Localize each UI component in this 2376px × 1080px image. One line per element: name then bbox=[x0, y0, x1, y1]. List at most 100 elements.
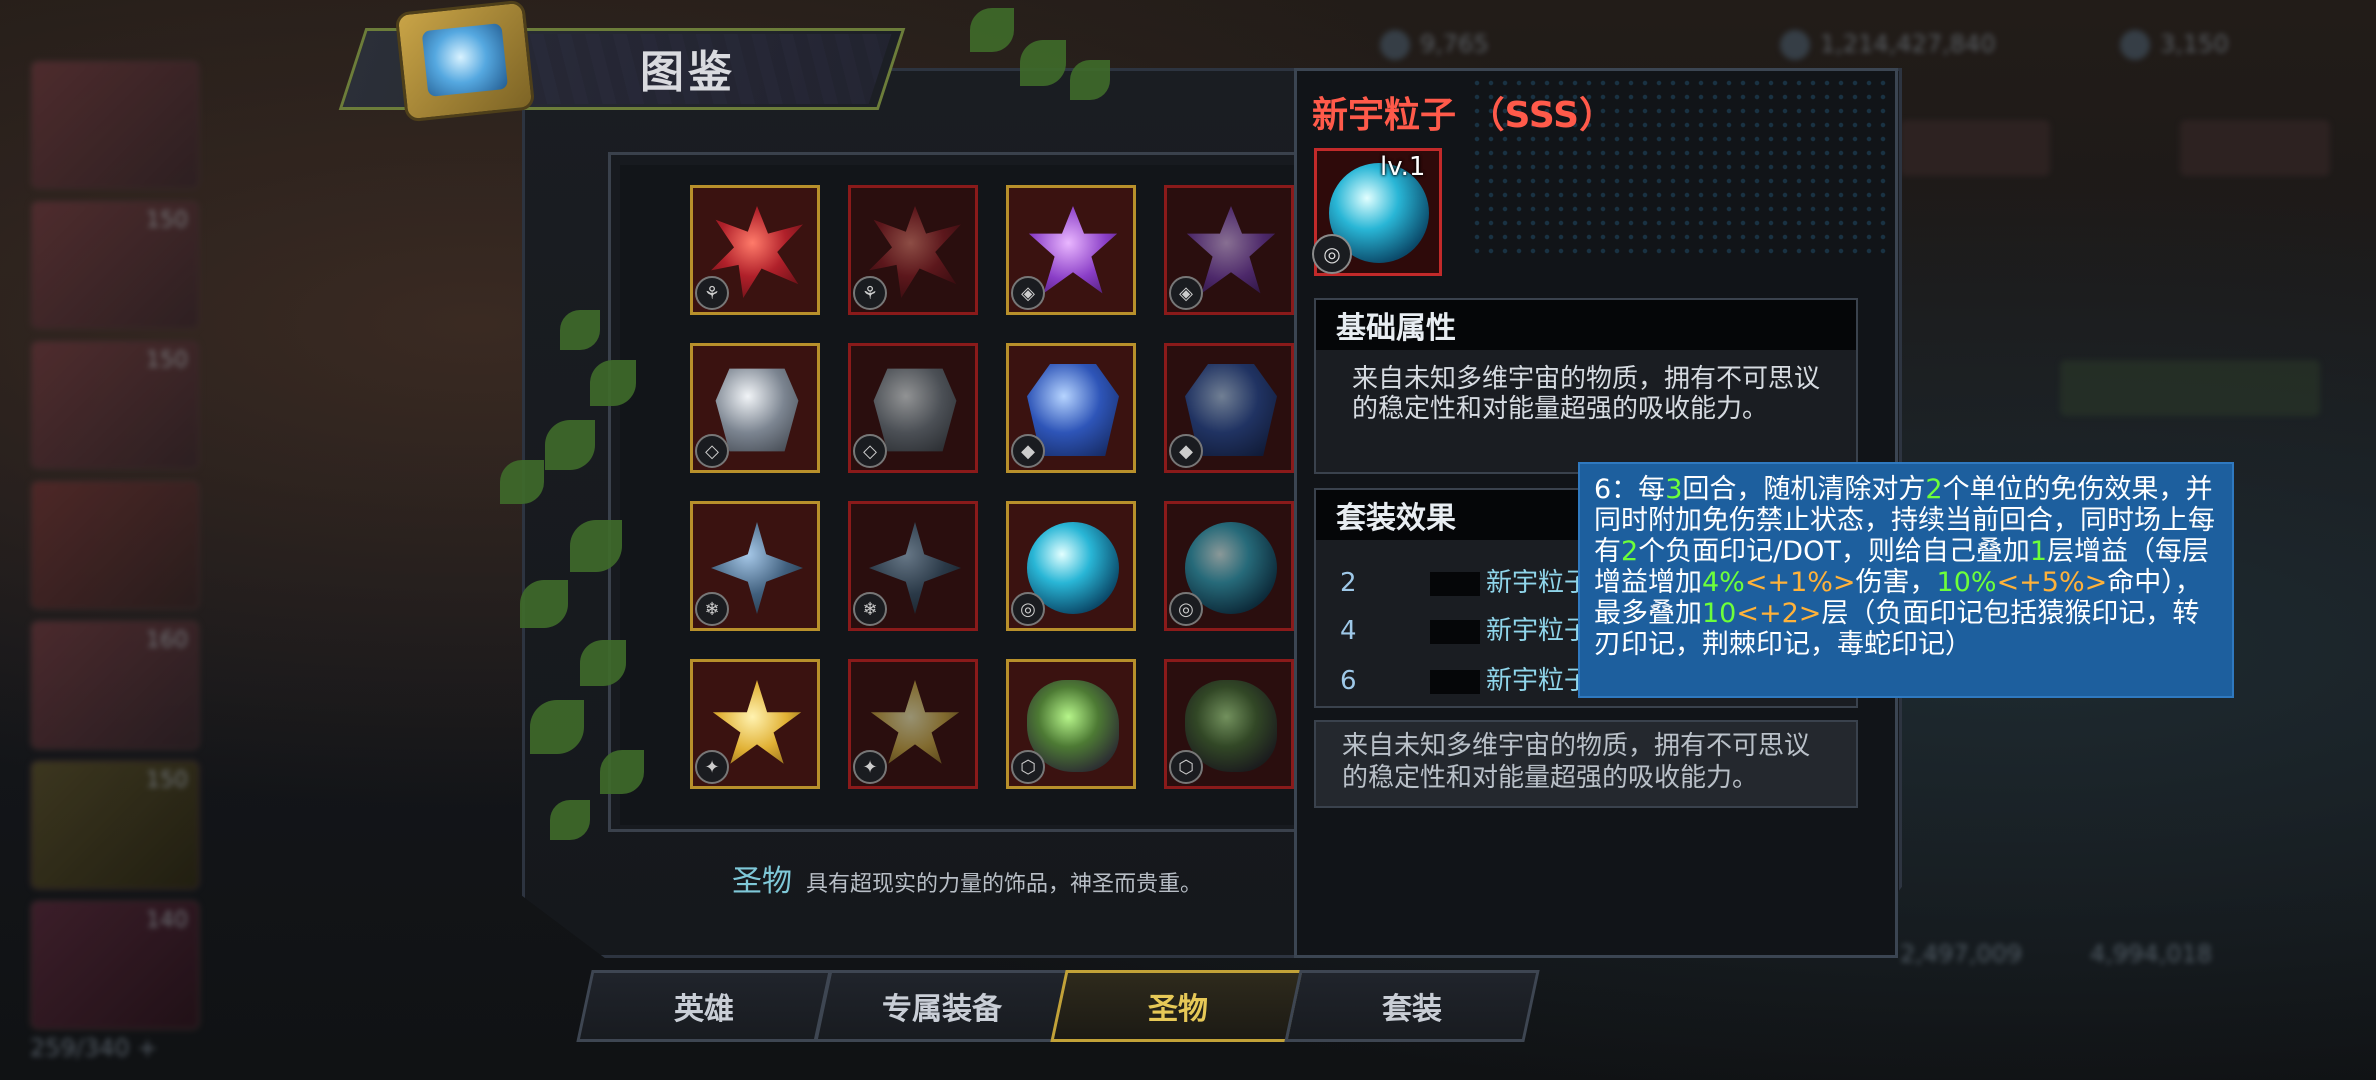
set-type-icon: ◎ bbox=[1011, 592, 1045, 626]
bg-hero-card bbox=[30, 60, 200, 190]
basic-attributes-header: 基础属性 bbox=[1316, 300, 1856, 350]
bg-hero-card: 150 bbox=[30, 760, 200, 890]
item-description: 来自未知多维宇宙的物质，拥有不可思议的稳定性和对能量超强的吸收能力。 bbox=[1314, 720, 1858, 808]
coin-icon bbox=[1780, 30, 1810, 60]
relic-item[interactable]: ◆ bbox=[1164, 343, 1294, 473]
category-info: 圣物 具有超现实的力量的饰品，神圣而贵重。 bbox=[732, 856, 1202, 900]
set-name: 新宇粒子 bbox=[1486, 666, 1591, 696]
tab-label: 圣物 bbox=[1148, 992, 1208, 1027]
bg-button bbox=[2180, 120, 2330, 176]
set-name: 新宇粒子 bbox=[1486, 616, 1591, 646]
tooltip-text: 3 bbox=[1665, 474, 1683, 505]
resource-coin-value: 1,214,427,840 bbox=[1820, 30, 1996, 58]
bg-card-value: 140 bbox=[146, 908, 188, 933]
set-type-icon: ❄ bbox=[853, 592, 887, 626]
relic-item[interactable]: ⚘ bbox=[848, 185, 978, 315]
relic-item[interactable]: ◇ bbox=[690, 343, 820, 473]
relic-item[interactable]: ✦ bbox=[690, 659, 820, 789]
category-name: 圣物 bbox=[732, 864, 792, 899]
set-type-icon: ◆ bbox=[1011, 434, 1045, 468]
tooltip-text: <+2> bbox=[1736, 598, 1822, 629]
relic-item[interactable]: ◎ bbox=[1164, 501, 1294, 631]
set-count: 2 bbox=[1340, 568, 1357, 598]
collection-count: 259/340 + bbox=[30, 1034, 158, 1062]
bg-card-value: 150 bbox=[146, 348, 188, 373]
resource-crystal: 3,150 bbox=[2120, 30, 2229, 60]
tab-exclusive-gear[interactable]: 专属装备 bbox=[814, 970, 1070, 1042]
tooltip-text: 伤害， bbox=[1855, 567, 1937, 598]
basic-attributes-section: 基础属性 来自未知多维宇宙的物质，拥有不可思议的稳定性和对能量超强的吸收能力。 bbox=[1314, 298, 1858, 474]
set-type-icon: ◈ bbox=[1011, 276, 1045, 310]
tab-label: 专属装备 bbox=[882, 992, 1002, 1027]
bg-hero-card bbox=[30, 480, 200, 610]
tab-label: 英雄 bbox=[674, 992, 734, 1027]
set-badge-icon: ◎ bbox=[1312, 234, 1352, 274]
bg-card-value: 150 bbox=[146, 768, 188, 793]
set-type-icon: ⬡ bbox=[1169, 750, 1203, 784]
set-type-icon: ⚘ bbox=[853, 276, 887, 310]
bg-card-value: 150 bbox=[146, 208, 188, 233]
set-effect-row: 4 新宇粒子 bbox=[1340, 610, 1590, 647]
set-type-icon: ✦ bbox=[695, 750, 729, 784]
tab-label: 套装 bbox=[1382, 992, 1442, 1027]
tooltip-text: 1 bbox=[2029, 536, 2048, 567]
set-type-icon: ◈ bbox=[1169, 276, 1203, 310]
bg-button bbox=[2060, 360, 2320, 416]
tooltip-text: 10% bbox=[1936, 567, 1997, 598]
item-grid: ⚘ ⚘ ◈ ◈ ◇ ◇ ◆ ◆ ❄ ❄ ◎ ◎ ✦ ✦ ⬡ ⬡ bbox=[620, 165, 1300, 825]
relic-item[interactable]: ◈ bbox=[1164, 185, 1294, 315]
bg-card-value: 160 bbox=[146, 628, 188, 653]
relic-item[interactable]: ⬡ bbox=[1006, 659, 1136, 789]
tab-relics[interactable]: 圣物 bbox=[1050, 970, 1306, 1042]
item-level: lv.1 bbox=[1380, 152, 1426, 182]
relic-item[interactable]: ❄ bbox=[690, 501, 820, 631]
bg-button bbox=[1900, 120, 2050, 176]
resource-gem: 9,765 bbox=[1380, 30, 1489, 60]
relic-item[interactable]: ✦ bbox=[848, 659, 978, 789]
set-type-icon: ❄ bbox=[695, 592, 729, 626]
resource-gem-value: 9,765 bbox=[1420, 30, 1489, 58]
relic-item[interactable]: ⬡ bbox=[1164, 659, 1294, 789]
set-type-icon: ◇ bbox=[853, 434, 887, 468]
set-type-icon: ⬡ bbox=[1011, 750, 1045, 784]
tooltip-text: <+5%> bbox=[1996, 567, 2108, 598]
set-count: 6 bbox=[1340, 666, 1357, 696]
album-icon bbox=[394, 0, 536, 123]
set-type-icon: ◆ bbox=[1169, 434, 1203, 468]
tooltip-text: 6：每 bbox=[1594, 474, 1666, 505]
set-type-icon: ◎ bbox=[1169, 592, 1203, 626]
resource-crystal-value: 3,150 bbox=[2160, 30, 2229, 58]
relic-item[interactable]: ◈ bbox=[1006, 185, 1136, 315]
set-count: 4 bbox=[1340, 616, 1357, 646]
bg-hero-card: 140 bbox=[30, 900, 200, 1030]
tooltip-text: 4% bbox=[1702, 567, 1745, 598]
set-type-icon: ✦ bbox=[853, 750, 887, 784]
bg-hero-card: 160 bbox=[30, 620, 200, 750]
set-effect-row: 6 新宇粒子 bbox=[1340, 660, 1590, 697]
crystal-icon bbox=[2120, 30, 2150, 60]
relic-item[interactable]: ❄ bbox=[848, 501, 978, 631]
set-name: 新宇粒子 bbox=[1486, 568, 1591, 598]
item-name: 新宇粒子 （SSS） bbox=[1312, 95, 1616, 136]
category-description: 具有超现实的力量的饰品，神圣而贵重。 bbox=[806, 872, 1203, 897]
tooltip-text: 回合，随机清除对方 bbox=[1682, 474, 1926, 505]
tooltip-text: 10 bbox=[1702, 598, 1737, 629]
set-type-icon: ⚘ bbox=[695, 276, 729, 310]
tooltip-text: 2 bbox=[1925, 474, 1943, 505]
bg-bottom-value: 2,497,009 bbox=[1900, 940, 2023, 968]
tooltip-text: 个负面印记/DOT，则给自己叠加 bbox=[1638, 536, 2030, 567]
relic-item[interactable]: ◎ bbox=[1006, 501, 1136, 631]
set-type-icon: ◇ bbox=[695, 434, 729, 468]
tab-sets[interactable]: 套装 bbox=[1284, 970, 1540, 1042]
bg-hero-card: 150 bbox=[30, 340, 200, 470]
resource-coin: 1,214,427,840 bbox=[1780, 30, 1996, 60]
relic-item[interactable]: ◇ bbox=[848, 343, 978, 473]
set-effect-tooltip: 6：每3回合，随机清除对方2个单位的免伤效果，并同时附加免伤禁止状态，持续当前回… bbox=[1578, 462, 2234, 698]
relic-item[interactable]: ◆ bbox=[1006, 343, 1136, 473]
tooltip-text: 2 bbox=[1621, 536, 1639, 567]
bg-hero-card: 150 bbox=[30, 200, 200, 330]
page-title: 图鉴 bbox=[640, 47, 736, 98]
relic-item[interactable]: ⚘ bbox=[690, 185, 820, 315]
bg-bottom-value: 4,994,018 bbox=[2090, 940, 2213, 968]
tab-heroes[interactable]: 英雄 bbox=[576, 970, 832, 1042]
